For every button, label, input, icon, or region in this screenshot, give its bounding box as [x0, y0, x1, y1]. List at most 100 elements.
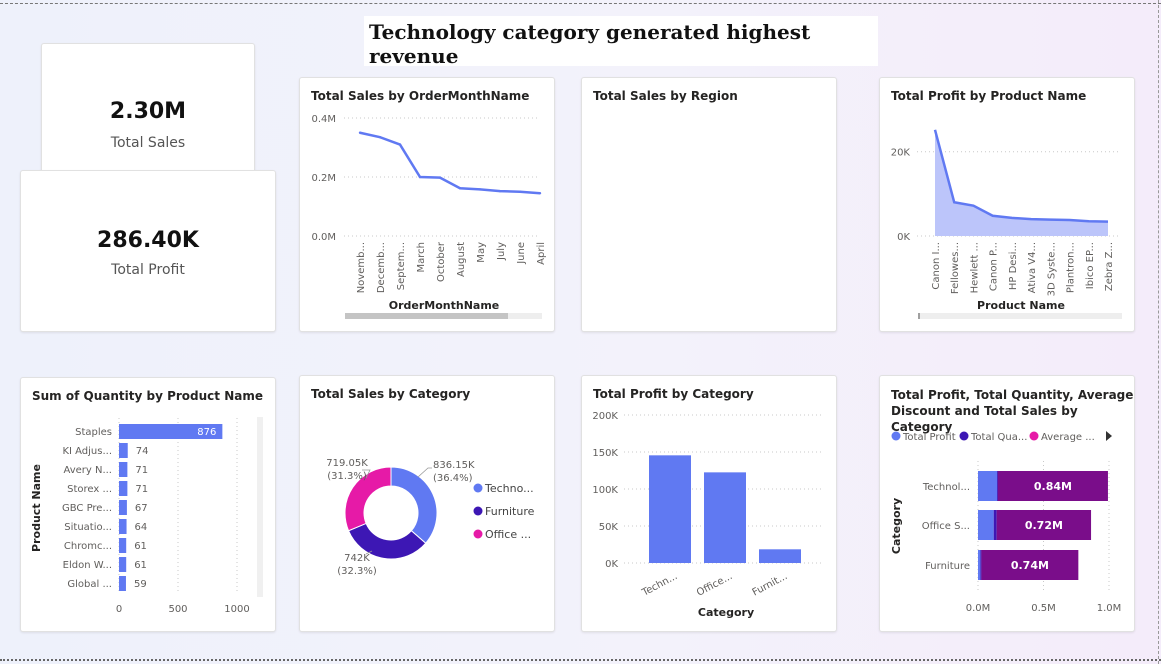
x-tick-label: June: [516, 242, 527, 265]
combo-by-category-chart: Total Profit Total Qua... Average ... 0.0M 0…: [890, 431, 1122, 614]
kpi-card-total-profit[interactable]: 286.40K Total Profit: [20, 170, 276, 332]
bar-segment: [978, 550, 981, 580]
x-tick-label: Ibico EP...: [1085, 242, 1096, 289]
legend-label: Furniture: [485, 505, 535, 518]
page-title-box: Technology category generated highest re…: [364, 16, 878, 68]
x-tick-label: Techn...: [640, 571, 680, 599]
y-tick-label: Furniture: [925, 561, 970, 572]
horizontal-scrollbar[interactable]: [345, 313, 542, 319]
x-tick-label: October: [436, 241, 447, 282]
kpi-label: Total Profit: [111, 262, 185, 278]
x-tick-label: 1.0M: [1097, 603, 1122, 614]
y-axis-title: Category: [890, 498, 903, 554]
chart-card-profit-by-product[interactable]: Total Profit by Product Name 0K 20K Canon …: [879, 77, 1135, 332]
y-tick-label: GBC Pre...: [62, 503, 112, 514]
data-label: 0.74M: [1011, 559, 1049, 572]
x-tick-label: 1000: [224, 604, 249, 615]
legend-marker: [1029, 431, 1039, 441]
legend-marker: [959, 431, 969, 441]
scrollbar-thumb[interactable]: [345, 313, 508, 319]
y-tick-label: 0K: [897, 232, 910, 243]
data-point: [438, 176, 442, 179]
data-point: [498, 189, 502, 193]
bar: [119, 519, 127, 534]
x-tick-label: 500: [168, 604, 187, 615]
bar: [119, 462, 128, 477]
sales-by-month-chart: 0.0M 0.2M 0.4M Novemb... Decemb... Septem... M…: [311, 114, 547, 312]
x-tick-label: 0.0M: [966, 603, 991, 614]
data-point: [458, 187, 462, 190]
data-point: [418, 175, 422, 179]
y-tick-label: 100K: [592, 485, 618, 496]
chart-card-sales-by-month[interactable]: Total Sales by OrderMonthName 0.0M 0.2M 0.…: [299, 77, 555, 332]
data-label: 67: [135, 503, 148, 514]
y-tick-label: 0K: [605, 559, 618, 570]
y-tick-label: 0.4M: [311, 114, 336, 125]
x-tick-label: HP Desi...: [1008, 242, 1019, 290]
x-tick-label: Canon I...: [931, 242, 942, 290]
bar: [759, 549, 801, 563]
data-label: 59: [134, 579, 147, 590]
chart-card-sales-by-category[interactable]: Total Sales by Category 836.15K (36.4%) 74…: [299, 375, 555, 632]
y-tick-label: Situatio...: [64, 522, 112, 533]
bar: [119, 576, 126, 591]
x-tick-label: 0: [116, 604, 122, 615]
vertical-scrollbar[interactable]: [257, 417, 263, 597]
horizontal-scrollbar[interactable]: [918, 313, 1122, 319]
sales-line: [359, 131, 541, 195]
scrollbar-thumb[interactable]: [918, 313, 920, 319]
bar: [119, 443, 128, 458]
y-tick-label: 0.2M: [311, 173, 336, 184]
chart-card-sales-by-region[interactable]: Total Sales by Region: [581, 77, 837, 332]
data-label: 836.15K: [433, 460, 475, 471]
x-tick-label: Office...: [695, 571, 734, 599]
data-label: 71: [135, 484, 148, 495]
bar: [649, 455, 691, 563]
x-axis-title: Category: [698, 606, 754, 619]
data-label: 61: [134, 541, 147, 552]
y-tick-label: Technol...: [922, 482, 970, 493]
bar-segment: [993, 510, 997, 540]
x-tick-label: Decemb...: [376, 242, 387, 293]
chart-card-profit-by-category[interactable]: Total Profit by Category 0K 50K 100K 150K 20…: [581, 375, 837, 632]
bar: [119, 481, 128, 496]
bar: [704, 472, 746, 563]
x-tick-label: May: [476, 242, 487, 263]
donut-slice: [390, 466, 438, 544]
data-point: [398, 143, 402, 146]
kpi-value: 2.30M: [109, 99, 187, 124]
data-label: 71: [135, 465, 148, 476]
legend-label: Techno...: [484, 482, 534, 495]
x-tick-label: March: [416, 242, 427, 272]
x-tick-label: Ativa V4...: [1027, 242, 1038, 293]
kpi-card-total-sales[interactable]: 2.30M Total Sales: [41, 43, 255, 180]
x-axis-title: OrderMonthName: [389, 299, 500, 312]
percent-label: (36.4%): [433, 473, 473, 484]
data-label: 0.72M: [1025, 519, 1063, 532]
x-tick-label: Septem...: [396, 242, 407, 290]
x-tick-label: Canon P...: [989, 242, 1000, 291]
percent-label: (31.3%): [327, 471, 367, 482]
quantity-by-product-chart: 0 500 1000 Staples 876 KI Adjus... 74 Avery N..…: [30, 418, 250, 615]
y-tick-label: Eldon W...: [63, 560, 112, 571]
chart-card-combo-by-category[interactable]: Total Profit, Total Quantity, Average Di…: [879, 375, 1135, 632]
legend-marker: [473, 483, 483, 493]
legend-label: Average ...: [1041, 432, 1095, 443]
x-tick-label: 0.5M: [1031, 603, 1056, 614]
data-label: 0.84M: [1034, 480, 1072, 493]
percent-label: (32.3%): [337, 566, 377, 577]
y-tick-label: Avery N...: [63, 465, 112, 476]
x-tick-label: Novemb...: [356, 242, 367, 293]
y-tick-label: Office S...: [922, 521, 970, 532]
profit-by-category-chart: 0K 50K 100K 150K 200K Techn... Office... Furnit…: [592, 411, 824, 619]
bar: [119, 557, 127, 572]
y-axis-title: Product Name: [30, 464, 43, 552]
leader-line: [417, 467, 432, 478]
x-tick-label: Furnit...: [751, 571, 790, 599]
x-tick-label: Fellowes...: [950, 242, 961, 294]
y-tick-label: KI Adjus...: [62, 446, 112, 457]
kpi-value: 286.40K: [97, 228, 199, 253]
x-axis-title: Product Name: [977, 299, 1065, 312]
bar-segment: [980, 550, 982, 580]
chart-card-quantity-by-product[interactable]: Sum of Quantity by Product Name 0 500 1000…: [20, 377, 276, 632]
